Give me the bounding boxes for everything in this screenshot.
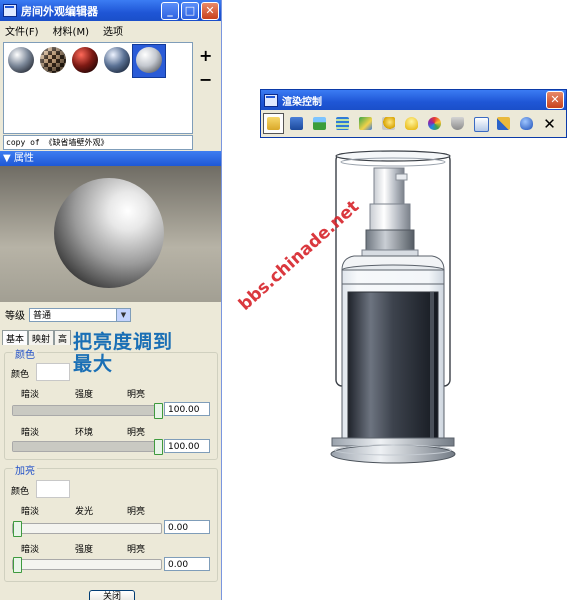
material-swatch-checker[interactable] bbox=[40, 47, 66, 73]
slider-thumb[interactable] bbox=[154, 403, 163, 419]
slider-label-bright: 明亮 bbox=[127, 545, 146, 555]
highlight-intensity-value-field[interactable]: 0.00 bbox=[164, 557, 210, 571]
slider-thumb[interactable] bbox=[13, 521, 22, 537]
color-group-legend: 颜色 bbox=[13, 346, 37, 361]
window-icon bbox=[3, 4, 17, 17]
editor-titlebar[interactable]: 房间外观编辑器 _ □ ✕ bbox=[0, 0, 221, 21]
menu-bar: 文件(F) 材料(M) 选项 bbox=[0, 21, 221, 39]
map-icon[interactable] bbox=[355, 113, 376, 134]
teapot-icon[interactable] bbox=[516, 113, 537, 134]
material-swatch-white bbox=[136, 47, 162, 73]
slider-label-dim: 暗淡 bbox=[21, 545, 40, 555]
editor-title: 房间外观编辑器 bbox=[21, 4, 98, 18]
render-titlebar[interactable]: 渲染控制 ✕ bbox=[261, 90, 566, 110]
render-control-window: 渲染控制 ✕ ✕ bbox=[260, 89, 567, 138]
material-preview bbox=[0, 166, 221, 302]
property-tabs: 基本 映射 高 bbox=[2, 330, 72, 345]
render-toolbar: ✕ bbox=[261, 110, 566, 134]
render-viewport bbox=[318, 142, 468, 477]
bulb-icon[interactable] bbox=[401, 113, 422, 134]
render-title: 渲染控制 bbox=[282, 96, 322, 108]
open-folder-icon[interactable] bbox=[263, 113, 284, 134]
bottle-render bbox=[330, 150, 456, 464]
annotation-line-1: 把亮度调到 bbox=[73, 331, 174, 353]
slider-label-glow: 发光 bbox=[75, 507, 94, 517]
slider-label-bright: 明亮 bbox=[127, 390, 146, 400]
ambient-value-field[interactable]: 100.00 bbox=[164, 439, 210, 453]
menu-options[interactable]: 选项 bbox=[103, 23, 123, 38]
slider-label-ambient: 环境 bbox=[75, 428, 94, 438]
add-material-button[interactable]: + bbox=[199, 46, 212, 65]
slider-thumb[interactable] bbox=[154, 439, 163, 455]
slider-label-dim: 暗淡 bbox=[21, 428, 40, 438]
close-x-icon[interactable]: ✕ bbox=[539, 113, 560, 134]
material-name-field[interactable]: copy of 《缺省墙壁外观》 bbox=[3, 135, 193, 150]
menu-material[interactable]: 材料(M) bbox=[53, 23, 89, 38]
highlight-intensity-slider[interactable] bbox=[12, 557, 162, 573]
level-select-value: 普通 bbox=[33, 310, 52, 321]
ambient-slider[interactable] bbox=[12, 439, 163, 455]
material-swatch-blue-chrome[interactable] bbox=[104, 47, 130, 73]
material-swatch-red[interactable] bbox=[72, 47, 98, 73]
close-button[interactable]: 关闭 bbox=[89, 590, 135, 600]
glow-value-field[interactable]: 0.00 bbox=[164, 520, 210, 534]
tab-mapping[interactable]: 映射 bbox=[28, 330, 55, 345]
window-icon bbox=[264, 93, 278, 107]
remove-material-button[interactable]: − bbox=[199, 70, 212, 89]
light-icon[interactable] bbox=[378, 113, 399, 134]
tab-advanced[interactable]: 高 bbox=[54, 330, 72, 345]
color-swatch[interactable] bbox=[36, 363, 70, 381]
menu-file[interactable]: 文件(F) bbox=[5, 23, 39, 38]
material-swatch-list bbox=[3, 42, 193, 134]
close-window-button[interactable]: ✕ bbox=[201, 2, 219, 20]
save-icon[interactable] bbox=[286, 113, 307, 134]
annotation-text: 把亮度调到 最大 bbox=[73, 331, 173, 375]
spray-head bbox=[361, 167, 419, 261]
slider-label-dim: 暗淡 bbox=[21, 507, 40, 517]
landscape-icon[interactable] bbox=[309, 113, 330, 134]
appearance-editor-window: 房间外观编辑器 _ □ ✕ 文件(F) 材料(M) 选项 + − copy of… bbox=[0, 0, 222, 600]
properties-label: 属性 bbox=[13, 153, 34, 164]
slider-label-intensity: 强度 bbox=[75, 545, 94, 555]
annotation-line-2: 最大 bbox=[73, 353, 114, 375]
color-wheel-icon[interactable] bbox=[424, 113, 445, 134]
tab-basic[interactable]: 基本 bbox=[2, 330, 29, 345]
slider-label-bright: 明亮 bbox=[127, 428, 146, 438]
preview-sphere bbox=[54, 178, 164, 288]
shield-icon[interactable] bbox=[447, 113, 468, 134]
level-label: 等级 bbox=[5, 311, 25, 322]
highlight-color-swatch[interactable] bbox=[36, 480, 70, 498]
intensity-value-field[interactable]: 100.00 bbox=[164, 402, 210, 416]
bottle-body bbox=[330, 283, 456, 464]
chevron-down-icon: ▼ bbox=[116, 308, 130, 321]
minimize-button[interactable]: _ bbox=[161, 2, 179, 20]
slider-label-intensity: 强度 bbox=[75, 390, 94, 400]
slider-label-dim: 暗淡 bbox=[21, 390, 40, 400]
highlight-color-label: 颜色 bbox=[11, 487, 30, 497]
maximize-button[interactable]: □ bbox=[181, 2, 199, 20]
intensity-slider[interactable] bbox=[12, 403, 163, 419]
settings-icon[interactable] bbox=[493, 113, 514, 134]
highlight-group-legend: 加亮 bbox=[13, 462, 37, 477]
material-swatch-steel[interactable] bbox=[8, 47, 34, 73]
slider-label-bright: 明亮 bbox=[127, 507, 146, 517]
export-icon[interactable] bbox=[470, 113, 491, 134]
glow-slider[interactable] bbox=[12, 521, 162, 537]
color-label: 颜色 bbox=[11, 370, 30, 380]
highlight-group: 加亮 颜色 暗淡 发光 明亮 0.00 暗淡 强度 明亮 0.00 bbox=[4, 462, 218, 582]
lines-icon[interactable] bbox=[332, 113, 353, 134]
level-select[interactable]: 普通 ▼ bbox=[29, 307, 131, 322]
properties-section-header[interactable]: ▼ 属性 bbox=[0, 151, 221, 166]
material-swatch-selected[interactable] bbox=[132, 44, 166, 78]
bottle-shoulder bbox=[341, 255, 445, 285]
collapse-triangle-icon: ▼ bbox=[3, 153, 11, 164]
close-render-window-button[interactable]: ✕ bbox=[546, 91, 564, 109]
slider-thumb[interactable] bbox=[13, 557, 22, 573]
